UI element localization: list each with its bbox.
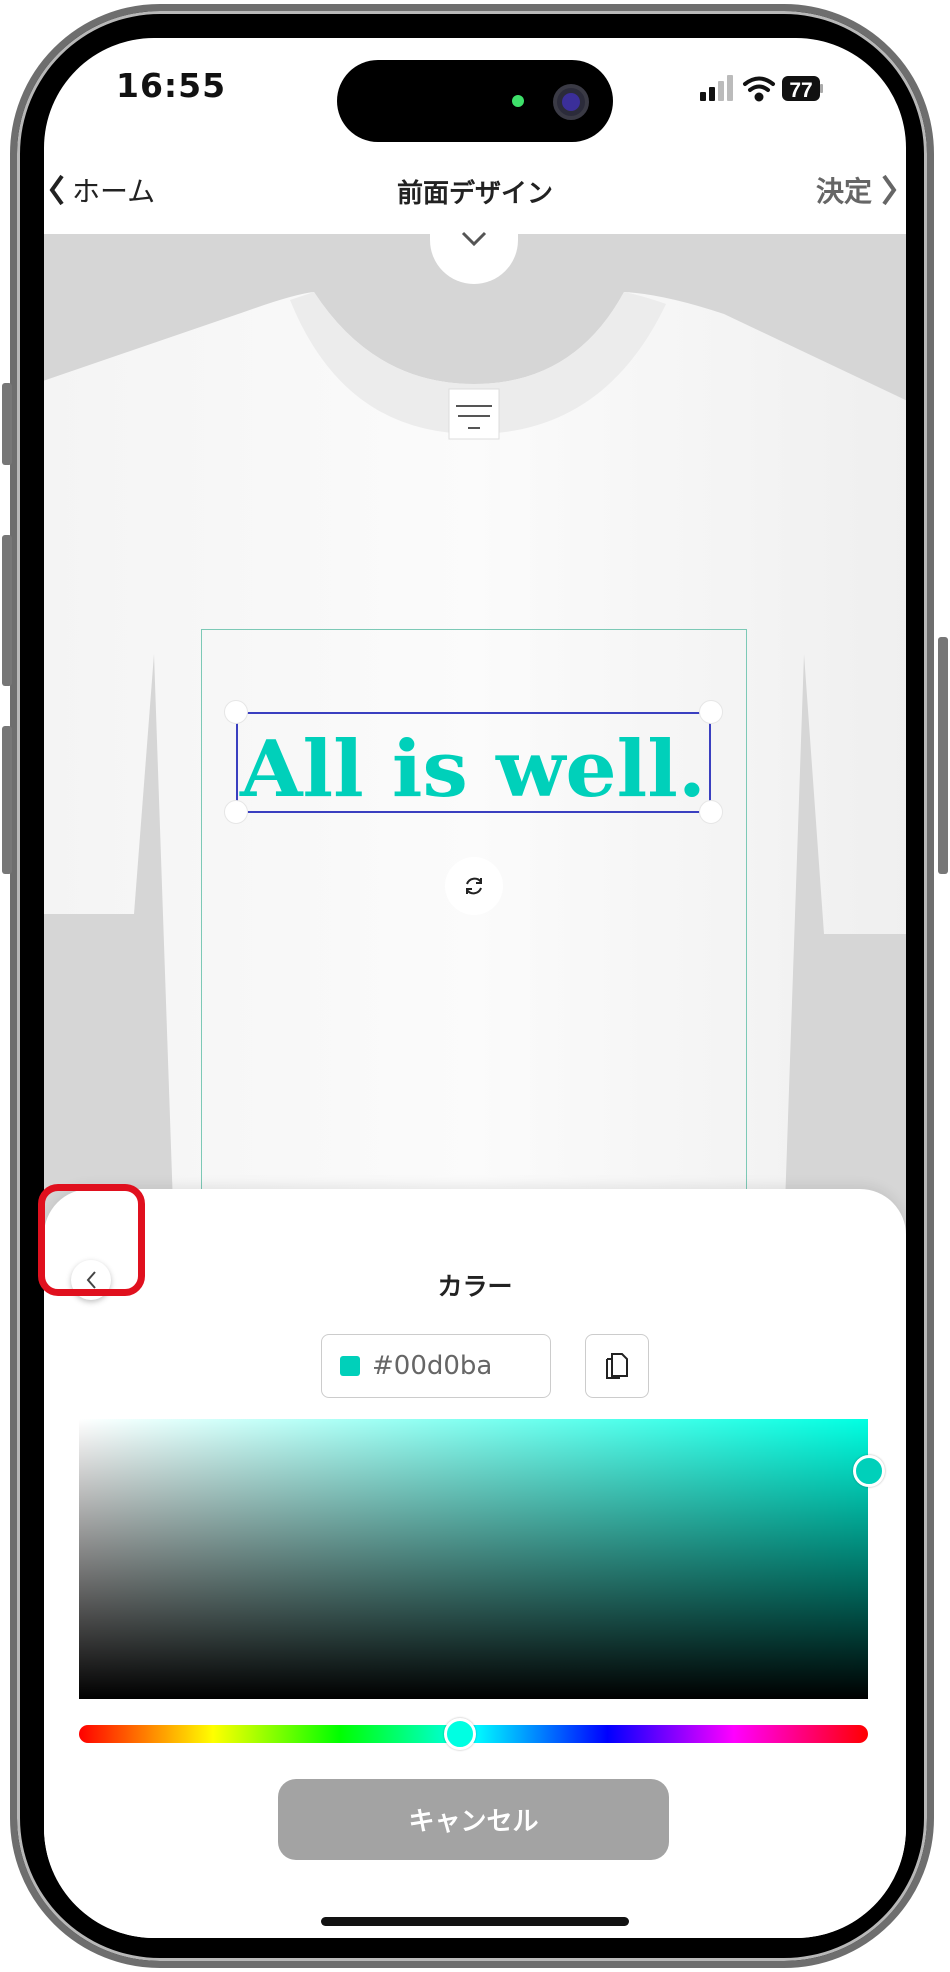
screen: 16:55 77 ホーム 前面デザイン 決定 All is well. カラー … bbox=[44, 38, 906, 1938]
signal-icon bbox=[700, 75, 733, 101]
camera-indicator-icon bbox=[512, 95, 524, 107]
color-panel: カラー #00d0ba キャンセル bbox=[44, 1189, 906, 1938]
highlight-annotation bbox=[38, 1184, 145, 1296]
hex-value: #00d0ba bbox=[372, 1351, 493, 1381]
dynamic-island bbox=[337, 60, 613, 142]
home-indicator[interactable] bbox=[321, 1917, 629, 1926]
volume-up-button bbox=[2, 535, 12, 686]
color-swatch bbox=[340, 1356, 360, 1376]
color-picker-thumb[interactable] bbox=[853, 1455, 885, 1487]
rotate-icon bbox=[466, 877, 482, 895]
tag-label bbox=[448, 388, 500, 440]
page-title: 前面デザイン bbox=[396, 179, 553, 209]
copy-button[interactable] bbox=[585, 1334, 649, 1398]
volume-down-button bbox=[2, 726, 12, 874]
wifi-icon bbox=[743, 76, 775, 102]
status-time: 16:55 bbox=[116, 66, 227, 105]
resize-handle-top-right[interactable] bbox=[699, 700, 723, 724]
design-text: All is well. bbox=[239, 724, 706, 813]
design-canvas[interactable]: All is well. bbox=[44, 234, 906, 1234]
confirm-label: 決定 bbox=[815, 175, 872, 208]
resize-handle-bottom-left[interactable] bbox=[224, 800, 248, 824]
chevron-right-icon bbox=[882, 174, 897, 206]
action-button bbox=[2, 383, 12, 465]
text-element[interactable]: All is well. bbox=[236, 712, 711, 813]
saturation-brightness-picker[interactable] bbox=[79, 1419, 868, 1699]
chevron-down-icon bbox=[461, 231, 487, 247]
confirm-button[interactable]: 決定 bbox=[816, 170, 898, 210]
resize-handle-bottom-right[interactable] bbox=[699, 800, 723, 824]
power-button bbox=[938, 637, 948, 874]
rotate-button[interactable] bbox=[445, 857, 503, 915]
camera-icon bbox=[553, 84, 589, 120]
status-icons: 77 bbox=[700, 75, 823, 102]
hex-input[interactable]: #00d0ba bbox=[321, 1334, 551, 1398]
resize-handle-top-left[interactable] bbox=[224, 700, 248, 724]
panel-title: カラー bbox=[437, 1272, 513, 1301]
copy-icon bbox=[606, 1353, 628, 1379]
hue-slider-thumb[interactable] bbox=[444, 1718, 476, 1750]
cancel-button[interactable]: キャンセル bbox=[278, 1779, 669, 1860]
battery-level: 77 bbox=[789, 79, 812, 102]
